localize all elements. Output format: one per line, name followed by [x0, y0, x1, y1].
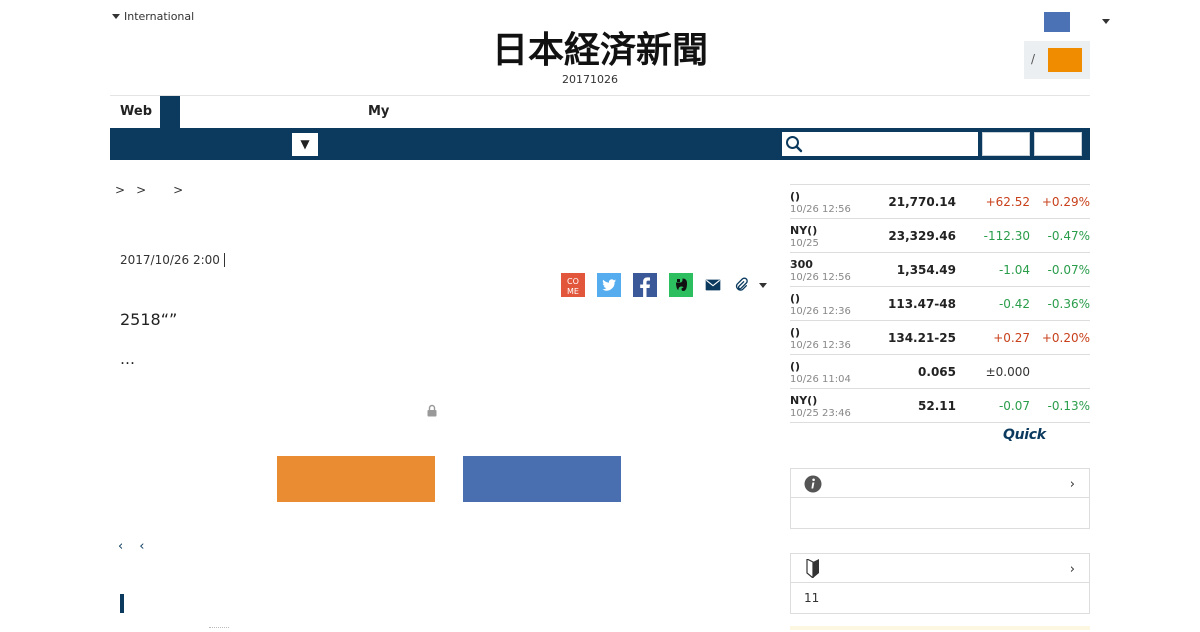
market-value: 134.21-25 — [888, 331, 956, 345]
mail-icon[interactable] — [705, 277, 721, 293]
lock-icon — [427, 404, 437, 417]
market-change: +0.27 — [993, 331, 1030, 345]
info-icon — [804, 475, 822, 493]
market-name: NY() — [790, 224, 818, 237]
market-row[interactable]: () 10/26 12:36 113.47-48 -0.42 -0.36% — [790, 287, 1090, 321]
search-icon — [786, 136, 803, 153]
market-row[interactable]: () 10/26 11:04 0.065 ±0.000 — [790, 355, 1090, 389]
advanced-search-button[interactable] — [1034, 132, 1082, 156]
market-time: 10/25 23:46 — [790, 408, 851, 419]
article-pager: ‹ ‹ — [118, 539, 144, 554]
breadcrumb-separator[interactable]: > — [173, 183, 184, 197]
evernote-icon[interactable] — [669, 273, 693, 297]
market-name: () — [790, 190, 801, 203]
market-value: 1,354.49 — [896, 263, 956, 277]
share-bar: CO ME — [561, 273, 767, 297]
beginner-panel-header[interactable]: › — [791, 554, 1089, 583]
market-change: +62.52 — [985, 195, 1030, 209]
market-time: 10/26 11:04 — [790, 374, 851, 385]
share-more-caret-icon[interactable] — [759, 282, 767, 288]
login-button[interactable] — [1048, 48, 1082, 72]
market-value: 113.47-48 — [888, 297, 956, 311]
international-edition-link[interactable]: International — [112, 10, 194, 23]
nikkei-logo[interactable]: 日本経済新聞 — [454, 26, 746, 70]
market-change-percent: -0.13% — [1047, 399, 1090, 413]
market-row[interactable]: NY() 10/25 23:46 52.11 -0.07 -0.13% — [790, 389, 1090, 423]
tab-web[interactable]: Web — [120, 104, 152, 119]
market-change: -112.30 — [983, 229, 1030, 243]
caret-down-icon — [112, 14, 120, 19]
article-lead: … — [120, 350, 135, 368]
tab-paper-active[interactable] — [160, 96, 180, 128]
breadcrumb-separator[interactable]: > — [136, 183, 147, 197]
twitter-icon[interactable] — [597, 273, 621, 297]
chevron-right-icon: › — [1069, 562, 1075, 577]
search-button[interactable] — [982, 132, 1030, 156]
promo-strip — [790, 626, 1090, 630]
market-change-percent: -0.36% — [1047, 297, 1090, 311]
market-change: -1.04 — [998, 263, 1030, 277]
market-change-percent: +0.29% — [1041, 195, 1090, 209]
market-value: 21,770.14 — [888, 195, 956, 209]
header-divider — [110, 95, 1090, 96]
edition-date: 20171026 — [562, 73, 618, 86]
beginner-panel-text[interactable]: 11 — [804, 591, 819, 605]
info-panel-header[interactable]: › — [791, 469, 1089, 498]
market-change-percent: +0.20% — [1041, 331, 1090, 345]
market-row[interactable]: NY() 10/25 23,329.46 -112.30 -0.47% — [790, 219, 1090, 253]
clip-icon[interactable] — [733, 277, 749, 293]
market-name: () — [790, 292, 801, 305]
prev-page-link[interactable]: ‹ — [118, 539, 123, 554]
market-time: 10/26 12:56 — [790, 204, 851, 215]
logo-text: 日本経済新聞 — [492, 29, 708, 70]
market-data-table: () 10/26 12:56 21,770.14 +62.52 +0.29% NY() 10… — [790, 184, 1090, 423]
market-name: () — [790, 360, 801, 373]
account-menu-caret-icon[interactable] — [1102, 19, 1110, 24]
market-change: -0.07 — [998, 399, 1030, 413]
breadcrumb: > > > — [115, 183, 194, 197]
breadcrumb-separator[interactable]: > — [115, 183, 126, 197]
login-separator: / — [1031, 52, 1036, 66]
beginner-panel: › 11 — [790, 553, 1090, 614]
market-change: -0.42 — [998, 297, 1030, 311]
market-time: 10/26 12:36 — [790, 306, 851, 317]
market-name: () — [790, 326, 801, 339]
market-name: 300 — [790, 258, 813, 271]
facebook-icon[interactable] — [633, 273, 657, 297]
tab-my[interactable]: My — [368, 104, 389, 119]
subscribe-button[interactable] — [277, 456, 435, 502]
login-to-read-button[interactable] — [463, 456, 621, 502]
market-change: ±0.000 — [985, 365, 1030, 379]
comment-icon[interactable]: CO ME — [561, 273, 585, 297]
market-value: 23,329.46 — [888, 229, 956, 243]
chevron-right-icon: › — [1069, 477, 1075, 492]
account-icon[interactable] — [1044, 12, 1070, 32]
market-row[interactable]: 300 10/26 12:56 1,354.49 -1.04 -0.07% — [790, 253, 1090, 287]
international-label: International — [124, 10, 195, 23]
market-value: 0.065 — [918, 365, 956, 379]
market-time: 10/25 — [790, 238, 819, 249]
svg-text:CO: CO — [567, 277, 579, 286]
article-headline: 2518“” — [120, 310, 178, 329]
market-row[interactable]: () 10/26 12:56 21,770.14 +62.52 +0.29% — [790, 185, 1090, 219]
market-row[interactable]: () 10/26 12:36 134.21-25 +0.27 +0.20% — [790, 321, 1090, 355]
quick-logo[interactable]: Quick — [1003, 427, 1046, 443]
search-input[interactable] — [782, 132, 978, 156]
svg-text:ME: ME — [567, 287, 579, 296]
section-heading-marker — [120, 594, 124, 613]
market-change-percent: -0.47% — [1047, 229, 1090, 243]
market-time: 10/26 12:56 — [790, 272, 851, 283]
market-change-percent: -0.07% — [1047, 263, 1090, 277]
market-value: 52.11 — [918, 399, 956, 413]
beginner-mark-icon — [806, 559, 819, 578]
section-dropdown[interactable]: ▼ — [292, 133, 318, 156]
article-timestamp: 2017/10/26 2:00 — [120, 253, 225, 267]
market-time: 10/26 12:36 — [790, 340, 851, 351]
info-panel: › — [790, 468, 1090, 529]
market-name: NY() — [790, 394, 818, 407]
prev-article-link[interactable]: ‹ — [139, 539, 144, 554]
